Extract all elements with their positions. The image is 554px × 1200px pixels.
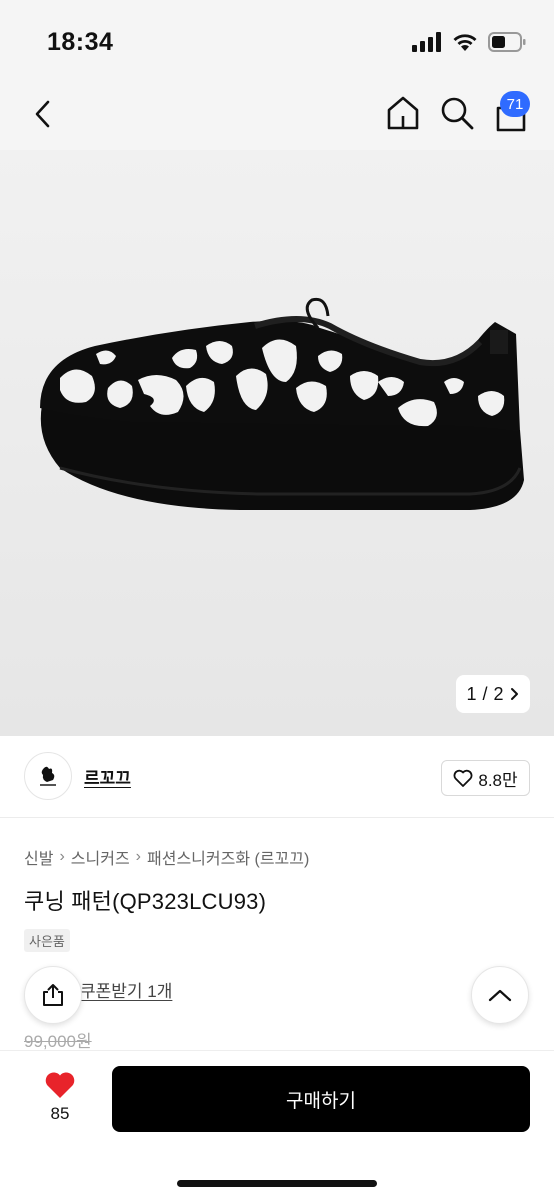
- brand-name[interactable]: 르꼬끄: [84, 764, 131, 789]
- breadcrumb-separator-icon: ›: [59, 848, 65, 865]
- breadcrumb-item[interactable]: 스니커즈: [71, 845, 130, 869]
- cart-count-badge: 71: [500, 91, 530, 117]
- search-icon[interactable]: [438, 94, 476, 132]
- status-icons: [412, 32, 526, 52]
- battery-icon: [488, 32, 526, 52]
- image-counter[interactable]: 1 / 2: [456, 675, 530, 713]
- home-indicator: [177, 1180, 377, 1187]
- heart-filled-icon[interactable]: [44, 1070, 76, 1100]
- original-price: 99,000원: [24, 1032, 92, 1051]
- breadcrumb: 신발 › 스니커즈 › 패션스니커즈화 (르꼬끄): [24, 845, 309, 869]
- share-icon: [43, 984, 63, 1006]
- status-time: 18:34: [47, 28, 114, 56]
- cellular-signal-icon: [412, 32, 441, 52]
- brand-like-button[interactable]: 8.8만: [441, 760, 530, 796]
- chevron-right-icon: [510, 688, 518, 700]
- product-image[interactable]: [0, 150, 554, 736]
- brand-row: 르꼬끄 8.8만: [0, 736, 554, 818]
- gift-tag: 사은품: [24, 929, 70, 952]
- status-bar: 18:34: [0, 0, 554, 80]
- product-title: 쿠닝 패턴(QP323LCU93): [24, 889, 267, 914]
- chevron-left-icon[interactable]: [26, 96, 62, 132]
- wifi-icon: [453, 34, 477, 51]
- home-icon[interactable]: [384, 94, 422, 132]
- wish-count: 85: [50, 1104, 70, 1123]
- share-button[interactable]: [24, 966, 82, 1024]
- coupon-link[interactable]: 쿠폰받기 1개: [80, 977, 172, 1002]
- image-counter-total: 2: [493, 683, 504, 704]
- brand-logo[interactable]: [24, 752, 72, 800]
- top-nav: [0, 80, 554, 150]
- breadcrumb-separator-icon: ›: [135, 848, 141, 865]
- scroll-top-button[interactable]: [471, 966, 529, 1024]
- buy-button[interactable]: 구매하기: [112, 1066, 530, 1132]
- shoe-illustration: [40, 297, 525, 510]
- breadcrumb-item[interactable]: 신발: [24, 845, 53, 869]
- heart-outline-icon: [453, 769, 473, 787]
- rooster-logo-icon: [40, 766, 56, 786]
- brand-like-count: 8.8만: [478, 770, 518, 790]
- breadcrumb-item[interactable]: 패션스니커즈화 (르꼬끄): [147, 845, 309, 869]
- image-counter-current: 1: [466, 683, 477, 704]
- image-counter-separator: /: [482, 683, 488, 704]
- chevron-up-icon: [488, 989, 512, 1002]
